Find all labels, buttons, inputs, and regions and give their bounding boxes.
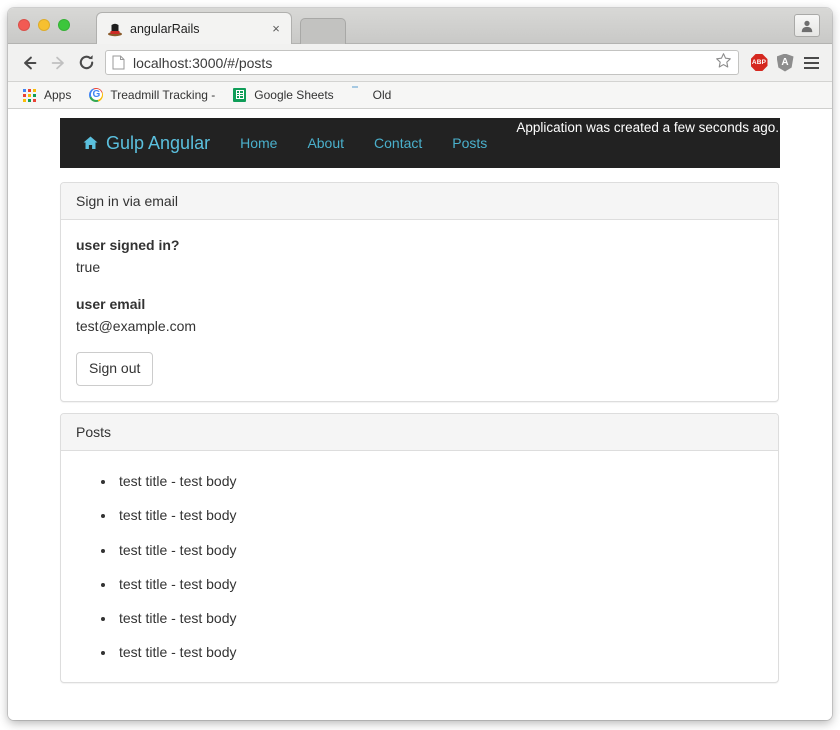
minimize-window-button[interactable] bbox=[38, 19, 50, 31]
bookmark-label: Treadmill Tracking - bbox=[110, 88, 216, 102]
maximize-window-button[interactable] bbox=[58, 19, 70, 31]
reload-icon[interactable] bbox=[72, 49, 100, 77]
navbar-brand[interactable]: Gulp Angular bbox=[60, 133, 225, 154]
posts-list: test title - test body test title - test… bbox=[76, 466, 763, 663]
url-text: localhost:3000/#/posts bbox=[133, 54, 273, 71]
forward-arrow-icon[interactable] bbox=[44, 49, 72, 77]
bookmark-apps[interactable]: Apps bbox=[16, 86, 78, 105]
browser-toolbar: localhost:3000/#/posts ABP A bbox=[8, 44, 832, 82]
navbar-brand-label: Gulp Angular bbox=[106, 132, 211, 153]
nav-link-contact[interactable]: Contact bbox=[359, 135, 437, 151]
page-viewport: Gulp Angular Home About Contact Posts Ap… bbox=[8, 109, 832, 720]
signed-in-value: true bbox=[76, 259, 101, 276]
tab-title: angularRails bbox=[130, 21, 200, 36]
abp-badge-label: ABP bbox=[750, 54, 768, 71]
new-tab-button[interactable] bbox=[300, 18, 346, 44]
tab-strip: angularRails × bbox=[8, 8, 832, 44]
auth-panel-body: user signed in? true user email test@exa… bbox=[61, 220, 778, 401]
browser-window: angularRails × localhost:3000/#/posts AB… bbox=[8, 8, 832, 720]
posts-panel-heading: Posts bbox=[61, 414, 778, 451]
bookmark-star-icon[interactable] bbox=[715, 52, 732, 74]
close-window-button[interactable] bbox=[18, 19, 30, 31]
back-arrow-icon[interactable] bbox=[16, 49, 44, 77]
bookmark-old-folder[interactable]: Old bbox=[345, 86, 399, 105]
google-icon bbox=[89, 87, 104, 103]
bookmark-label: Old bbox=[372, 88, 392, 102]
google-sheets-icon bbox=[233, 87, 248, 103]
browser-tab-active[interactable]: angularRails × bbox=[96, 12, 292, 44]
email-label: user email bbox=[76, 295, 146, 312]
list-item: test title - test body bbox=[116, 471, 763, 491]
hamburger-menu-icon[interactable] bbox=[798, 50, 824, 76]
list-item: test title - test body bbox=[116, 505, 763, 525]
hamburger-lines bbox=[803, 56, 819, 69]
page-document-icon bbox=[112, 55, 126, 71]
signed-in-label: user signed in? bbox=[76, 237, 180, 253]
list-item: test title - test body bbox=[116, 608, 763, 628]
address-bar[interactable]: localhost:3000/#/posts bbox=[105, 50, 739, 75]
bookmark-label: Google Sheets bbox=[254, 88, 334, 102]
home-icon bbox=[82, 135, 99, 151]
posts-panel: Posts test title - test body test title … bbox=[60, 413, 779, 683]
email-value: test@example.com bbox=[76, 317, 197, 334]
bookmark-google-sheets[interactable]: Google Sheets bbox=[226, 86, 340, 105]
bookmark-label: Apps bbox=[44, 88, 72, 102]
navbar-links: Home About Contact Posts bbox=[225, 135, 502, 151]
folder-icon bbox=[352, 88, 367, 103]
list-item: test title - test body bbox=[116, 540, 763, 560]
nav-link-about[interactable]: About bbox=[292, 135, 359, 151]
close-icon[interactable]: × bbox=[269, 21, 283, 36]
adblock-plus-icon[interactable]: ABP bbox=[746, 50, 772, 76]
list-item: test title - test body bbox=[116, 642, 763, 662]
auth-panel: Sign in via email user signed in? true u… bbox=[60, 182, 779, 403]
posts-panel-body: test title - test body test title - test… bbox=[61, 451, 778, 682]
sign-out-button[interactable]: Sign out bbox=[76, 352, 154, 387]
apps-grid-icon bbox=[23, 88, 38, 103]
bookmarks-bar: Apps Treadmill Tracking - Google Sheets … bbox=[8, 82, 832, 109]
window-controls bbox=[18, 19, 70, 31]
nav-link-posts[interactable]: Posts bbox=[437, 135, 502, 151]
angularjs-batarang-icon[interactable]: A bbox=[772, 50, 798, 76]
angular-shield-label: A bbox=[776, 53, 794, 72]
flash-message: Application was created a few seconds ag… bbox=[516, 120, 779, 135]
list-item: test title - test body bbox=[116, 574, 763, 594]
nav-link-home[interactable]: Home bbox=[225, 135, 292, 151]
rails-hat-icon bbox=[107, 21, 123, 37]
app-navbar: Gulp Angular Home About Contact Posts Ap… bbox=[60, 118, 780, 168]
user-profile-icon[interactable] bbox=[794, 14, 820, 37]
bookmark-treadmill-tracking[interactable]: Treadmill Tracking - bbox=[82, 86, 222, 105]
auth-panel-heading: Sign in via email bbox=[61, 183, 778, 220]
